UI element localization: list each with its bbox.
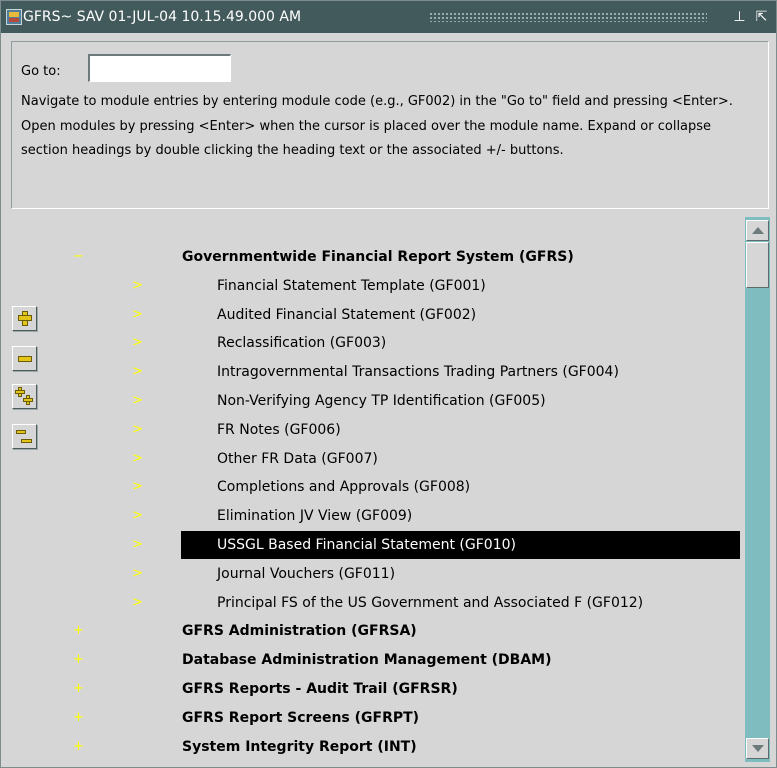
vertical-scrollbar[interactable] xyxy=(745,217,770,762)
module-pointer-icon: > xyxy=(132,393,143,408)
module-pointer-icon: > xyxy=(132,566,143,581)
expand-toggle-icon[interactable]: + xyxy=(73,733,84,761)
minimize-icon[interactable]: ⊥ xyxy=(731,9,748,25)
module-item[interactable]: Non-Verifying Agency TP Identification (… xyxy=(217,387,546,415)
module-pointer-icon: > xyxy=(132,335,143,350)
module-pointer-icon: > xyxy=(132,307,143,322)
expand-button[interactable] xyxy=(12,306,37,331)
app-icon[interactable] xyxy=(6,9,22,25)
section-heading[interactable]: GFRS Administration (GFRSA) xyxy=(182,617,417,645)
expand-all-button[interactable] xyxy=(12,384,37,409)
expand-toggle-icon[interactable]: − xyxy=(73,243,84,271)
module-item[interactable]: Other FR Data (GF007) xyxy=(217,445,378,473)
expand-toggle-icon[interactable]: + xyxy=(73,675,84,703)
scroll-down-button[interactable] xyxy=(746,738,769,759)
module-pointer-icon: > xyxy=(132,451,143,466)
collapse-all-button[interactable] xyxy=(12,424,37,449)
scroll-thumb[interactable] xyxy=(746,242,769,288)
module-item[interactable]: Reclassification (GF003) xyxy=(217,329,386,357)
module-item[interactable]: Completions and Approvals (GF008) xyxy=(217,473,470,501)
module-item[interactable]: Intragovernmental Transactions Trading P… xyxy=(217,358,619,386)
module-pointer-icon: > xyxy=(132,278,143,293)
section-heading[interactable]: Database Administration Management (DBAM… xyxy=(182,646,552,674)
goto-input[interactable] xyxy=(88,54,231,82)
goto-label: Go to: xyxy=(21,64,61,79)
title-bar-pattern xyxy=(429,12,707,22)
section-heading[interactable]: GFRS Report Screens (GFRPT) xyxy=(182,704,419,732)
arrow-up-icon xyxy=(752,227,764,234)
section-heading[interactable]: System Integrity Report (INT) xyxy=(182,733,417,761)
title-bar[interactable]: GFRS~ SAV 01-JUL-04 10.15.49.000 AM ⊥ ⇱ xyxy=(1,1,776,33)
module-pointer-icon: > xyxy=(132,537,143,552)
module-item[interactable]: Financial Statement Template (GF001) xyxy=(217,272,486,300)
expand-toggle-icon[interactable]: + xyxy=(73,617,84,645)
window-title: GFRS~ SAV 01-JUL-04 10.15.49.000 AM xyxy=(23,9,302,25)
module-item[interactable]: USSGL Based Financial Statement (GF010) xyxy=(181,531,740,559)
module-pointer-icon: > xyxy=(132,364,143,379)
expand-toggle-icon[interactable]: + xyxy=(73,646,84,674)
module-pointer-icon: > xyxy=(132,508,143,523)
collapse-button[interactable] xyxy=(12,346,37,371)
scroll-up-button[interactable] xyxy=(746,220,769,241)
gfrs-window: GFRS~ SAV 01-JUL-04 10.15.49.000 AM ⊥ ⇱ … xyxy=(0,0,777,768)
module-item[interactable]: Elimination JV View (GF009) xyxy=(217,502,412,530)
expand-toggle-icon[interactable]: + xyxy=(73,704,84,732)
maximize-icon[interactable]: ⇱ xyxy=(753,9,770,25)
module-pointer-icon: > xyxy=(132,422,143,437)
section-heading[interactable]: GFRS Reports - Audit Trail (GFRSR) xyxy=(182,675,458,703)
module-item[interactable]: FR Notes (GF006) xyxy=(217,416,341,444)
module-pointer-icon: > xyxy=(132,595,143,610)
module-item[interactable]: Journal Vouchers (GF011) xyxy=(217,560,395,588)
module-pointer-icon: > xyxy=(132,479,143,494)
arrow-down-icon xyxy=(752,745,764,752)
help-text: Navigate to module entries by entering m… xyxy=(21,94,733,158)
module-item[interactable]: Audited Financial Statement (GF002) xyxy=(217,301,476,329)
module-item[interactable]: Principal FS of the US Government and As… xyxy=(217,589,643,617)
section-heading[interactable]: Governmentwide Financial Report System (… xyxy=(182,243,574,271)
